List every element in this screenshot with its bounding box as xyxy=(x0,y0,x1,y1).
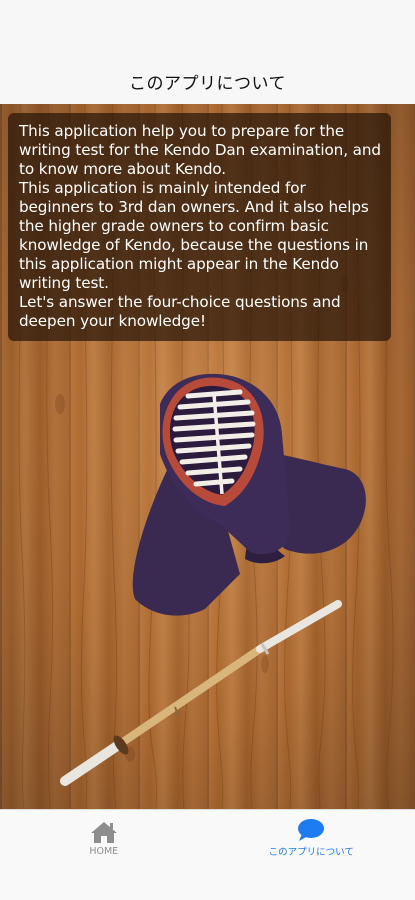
status-bar-area xyxy=(0,0,415,58)
shinai-icon xyxy=(60,600,342,786)
navigation-header: このアプリについて xyxy=(0,58,415,104)
kendo-men-icon xyxy=(132,373,366,616)
about-paragraph-2: This application is mainly intended for … xyxy=(19,179,369,292)
bottom-tab-bar: HOME このアプリについて xyxy=(0,809,415,864)
tab-about-app[interactable]: このアプリについて xyxy=(208,810,415,864)
home-icon xyxy=(90,821,117,843)
home-indicator-area xyxy=(0,863,415,900)
page-title: このアプリについて xyxy=(129,73,286,94)
about-paragraph-3: Let's answer the four-choice questions a… xyxy=(19,293,341,330)
about-paragraph-1: This application help you to prepare for… xyxy=(19,122,381,178)
tab-about-app-label: このアプリについて xyxy=(268,847,354,858)
tab-home[interactable]: HOME xyxy=(0,810,208,864)
wood-background: This application help you to prepare for… xyxy=(0,104,415,809)
tab-home-label: HOME xyxy=(89,845,119,857)
chat-bubble-icon xyxy=(298,819,325,841)
about-description-box: This application help you to prepare for… xyxy=(8,113,391,341)
